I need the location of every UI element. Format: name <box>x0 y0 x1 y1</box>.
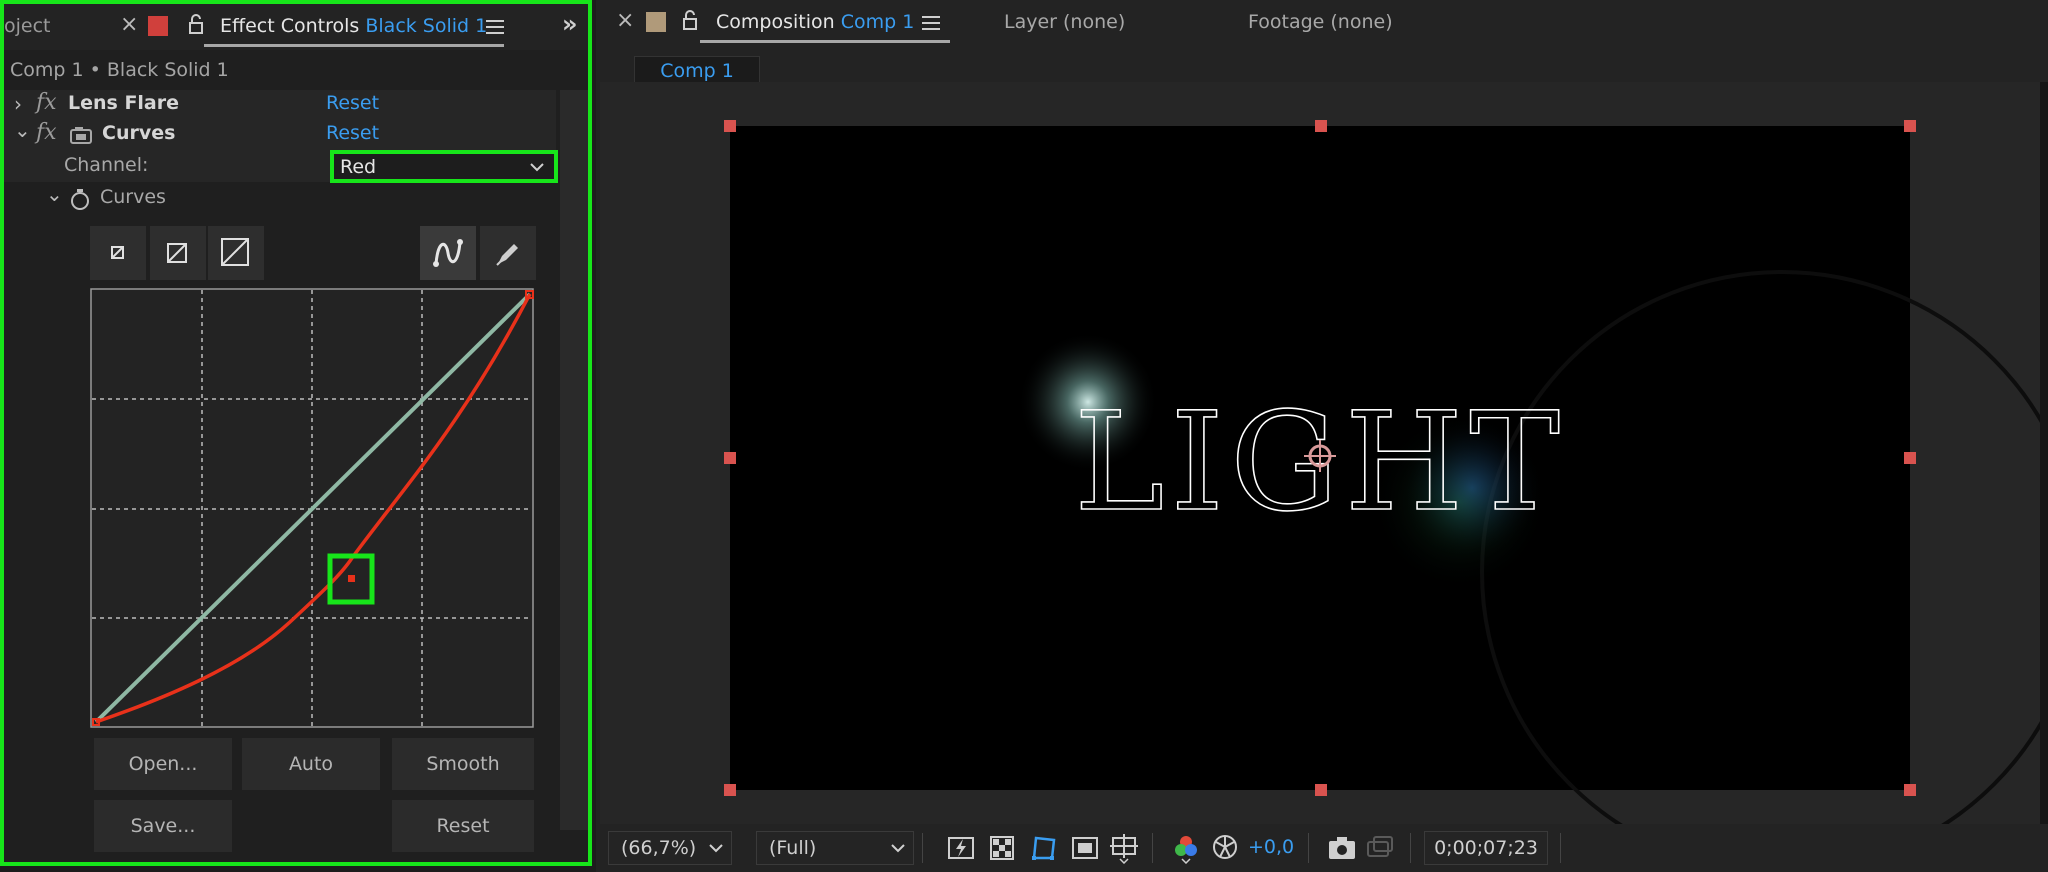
active-tab-underline <box>204 44 504 47</box>
composition-viewer[interactable]: LIGHT <box>600 82 2048 824</box>
divider <box>1152 833 1153 863</box>
bezier-tool-button[interactable] <box>420 226 476 280</box>
graph-size-large-button[interactable] <box>208 226 264 280</box>
graph-size-small-button[interactable] <box>90 226 146 280</box>
current-time-display[interactable]: 0;00;07;23 <box>1424 831 1548 865</box>
divider <box>1410 833 1411 863</box>
left-tab-bar: oject × Effect Controls Black Solid 1 » <box>4 4 588 50</box>
zoom-value: (66,7%) <box>621 837 697 859</box>
hamburger-menu-icon[interactable] <box>922 16 940 30</box>
tab-effect-controls[interactable]: Effect Controls Black Solid 1 <box>220 15 487 37</box>
grid-guides-icon[interactable] <box>1110 834 1138 864</box>
close-icon[interactable]: × <box>616 8 634 33</box>
smooth-button[interactable]: Smooth <box>392 738 534 790</box>
save-button[interactable]: Save... <box>94 800 232 852</box>
tab-footage[interactable]: Footage (none) <box>1248 11 1393 33</box>
active-tab-underline <box>700 40 950 43</box>
hamburger-menu-icon[interactable] <box>486 20 504 34</box>
tab-effect-controls-label: Effect Controls <box>220 15 360 37</box>
effect-row-lens-flare[interactable]: › fx Lens Flare Reset <box>4 90 556 120</box>
viewer-canvas: LIGHT <box>724 120 2048 824</box>
pencil-tool-button[interactable] <box>480 226 536 280</box>
effect-controls-content: Comp 1 • Black Solid 1 › fx Lens Flare R… <box>4 50 588 862</box>
show-snapshot-icon[interactable] <box>1366 834 1394 860</box>
channel-row: Channel: Red <box>4 150 558 183</box>
exposure-value[interactable]: +0,0 <box>1248 836 1294 858</box>
resolution-dropdown[interactable]: (Full) <box>756 831 914 865</box>
region-of-interest-icon[interactable] <box>1072 836 1098 860</box>
chevron-down-icon <box>709 844 723 853</box>
effect-preset-icon <box>70 127 92 144</box>
chevron-down-icon[interactable]: ⌄ <box>14 118 31 142</box>
open-button[interactable]: Open... <box>94 738 232 790</box>
chevron-down-icon <box>891 844 905 853</box>
reset-exposure-icon[interactable] <box>1212 834 1238 860</box>
reset-link[interactable]: Reset <box>326 92 379 114</box>
small-graph-icon <box>111 246 124 259</box>
fast-previews-icon[interactable] <box>948 836 974 860</box>
fx-icon[interactable]: fx <box>36 120 57 145</box>
stopwatch-icon[interactable] <box>70 188 90 210</box>
reset-curve-button[interactable]: Reset <box>392 800 534 852</box>
auto-button[interactable]: Auto <box>242 738 380 790</box>
channel-dropdown[interactable]: Red <box>330 150 558 183</box>
snapshot-camera-icon[interactable] <box>1328 836 1356 860</box>
divider <box>1308 833 1309 863</box>
zoom-dropdown[interactable]: (66,7%) <box>608 831 732 865</box>
label-color-swatch[interactable] <box>646 12 666 32</box>
channel-value: Red <box>340 156 377 178</box>
fx-icon[interactable]: fx <box>36 90 57 115</box>
tab-composition-label: Composition <box>716 11 835 33</box>
chevron-down-icon <box>530 163 544 172</box>
reset-link[interactable]: Reset <box>326 122 379 144</box>
bezier-curve-icon <box>433 239 463 267</box>
tab-composition-name: Comp 1 <box>840 11 915 33</box>
lock-icon[interactable] <box>188 14 204 36</box>
curves-property-label: Curves <box>100 186 166 208</box>
viewer-bottom-bar: (66,7%) (Full) +0,0 0;00;07;23 <box>596 824 2048 872</box>
effect-name: Curves <box>102 122 176 144</box>
resolution-value: (Full) <box>769 837 817 859</box>
tab-project[interactable]: oject <box>4 15 51 37</box>
breadcrumb: Comp 1 • Black Solid 1 <box>10 59 229 81</box>
effect-row-curves[interactable]: ⌄ fx Curves Reset <box>4 118 556 150</box>
chevron-double-right-icon[interactable]: » <box>562 10 578 38</box>
channel-label: Channel: <box>64 154 149 176</box>
tab-layer[interactable]: Layer (none) <box>1004 11 1125 33</box>
close-icon[interactable]: × <box>120 12 138 37</box>
tab-effect-controls-layer: Black Solid 1 <box>365 15 488 37</box>
graph-size-medium-button[interactable] <box>150 226 206 280</box>
mask-path-visibility-icon[interactable] <box>1030 834 1058 862</box>
label-color-swatch[interactable] <box>148 16 168 36</box>
chevron-right-icon[interactable]: › <box>14 92 22 116</box>
medium-graph-icon <box>167 243 187 263</box>
pencil-icon <box>496 244 518 266</box>
lock-icon[interactable] <box>682 10 698 32</box>
divider <box>1560 833 1561 863</box>
curves-property-row: ⌄ Curves <box>4 182 556 214</box>
large-graph-icon <box>221 238 249 266</box>
curves-graph[interactable] <box>90 288 536 730</box>
viewer-scrollbar[interactable] <box>2040 82 2048 824</box>
divider <box>922 833 923 863</box>
show-channel-icon[interactable] <box>1172 834 1200 864</box>
effect-controls-panel: oject × Effect Controls Black Solid 1 » … <box>0 0 592 866</box>
transparency-grid-icon[interactable] <box>990 836 1014 860</box>
scrollbar[interactable] <box>560 90 588 830</box>
effect-name: Lens Flare <box>68 92 180 114</box>
chevron-down-icon[interactable]: ⌄ <box>46 182 63 206</box>
tab-composition[interactable]: Composition Comp 1 <box>716 11 914 33</box>
curve-point-selected[interactable] <box>348 575 355 582</box>
